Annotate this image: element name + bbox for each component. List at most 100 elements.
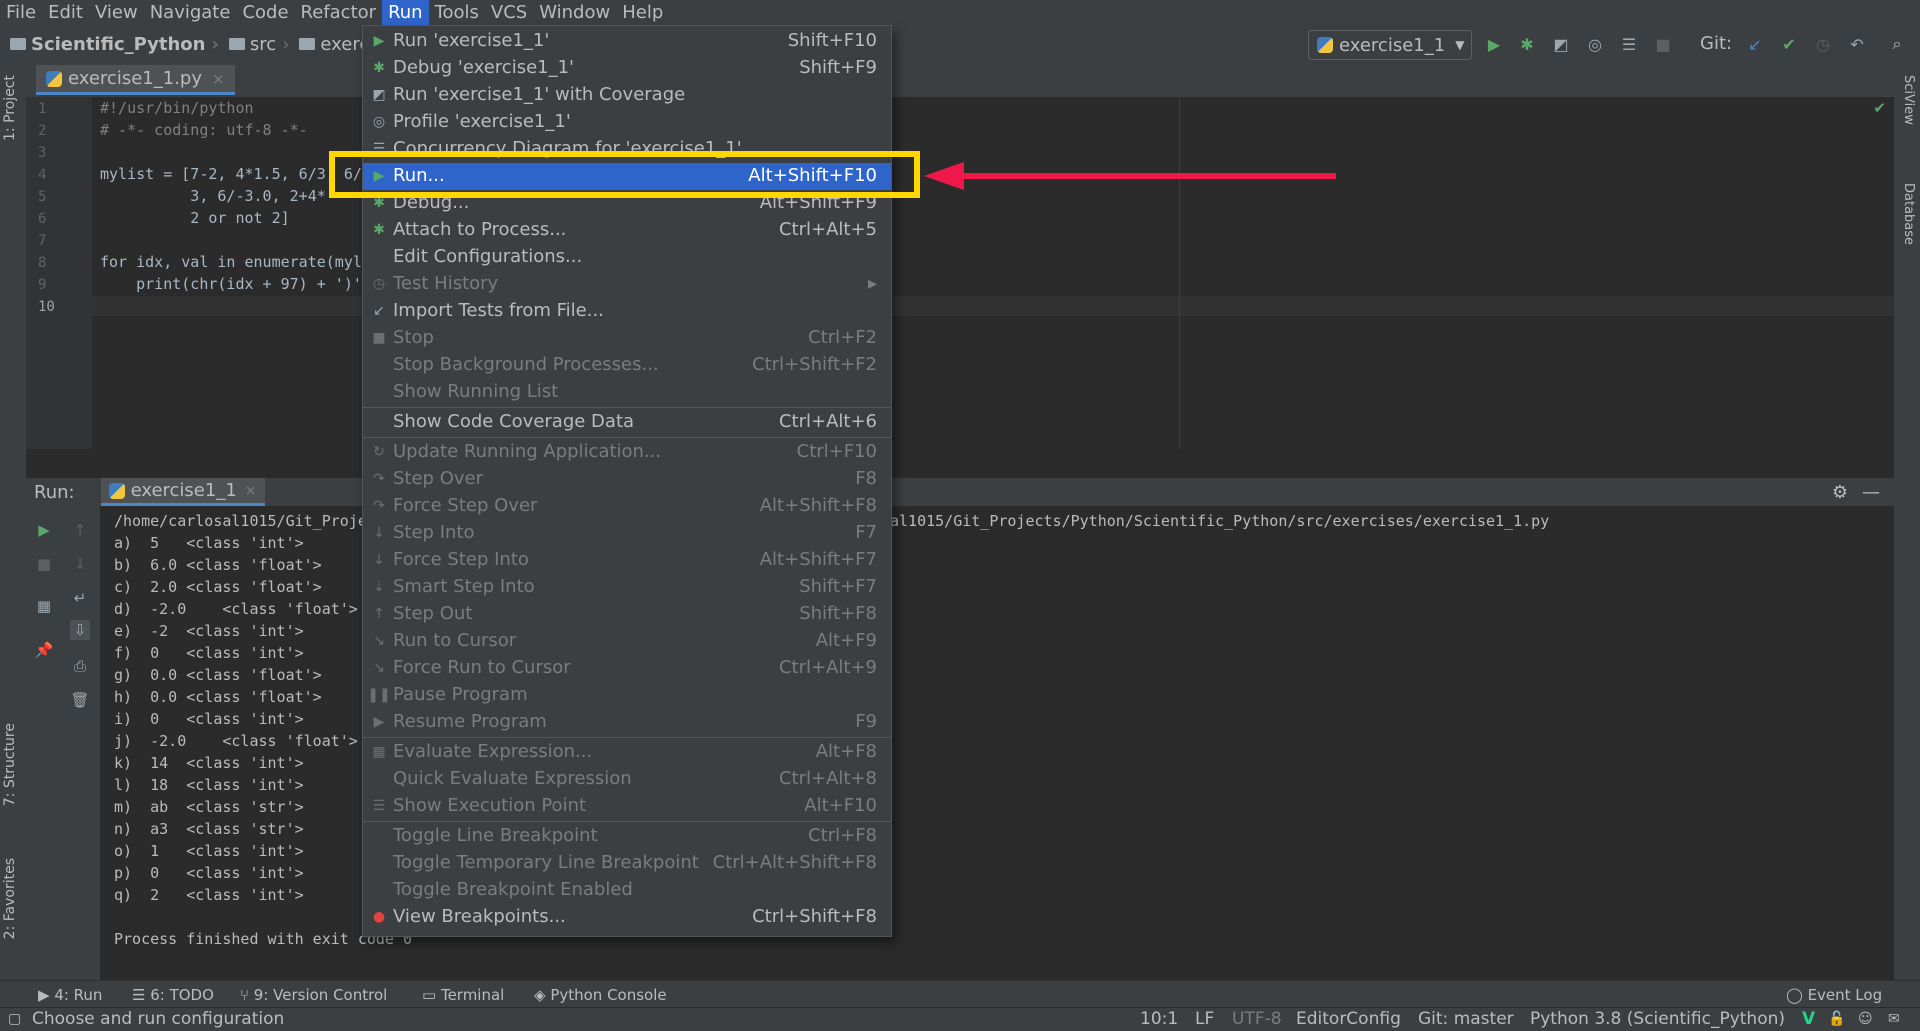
line-number: 6	[38, 211, 47, 227]
run-menu-item-attach-to-process[interactable]: ✱ Attach to Process... Ctrl+Alt+5	[363, 217, 891, 244]
run-menu-item-force-step-into: ↓ Force Step Into Alt+Shift+F7	[363, 547, 891, 574]
bottom-tab-run[interactable]: ▶ 4: Run	[38, 986, 102, 1004]
run-panel-tab-exercise1-1[interactable]: exercise1_1 ×	[100, 478, 265, 506]
gear-icon[interactable]: ⚙	[1832, 482, 1848, 503]
menu-item-label: Test History	[393, 273, 499, 294]
coverage-icon[interactable]: ◩	[1550, 33, 1572, 55]
run-configuration-selector[interactable]: exercise1_1 ▼	[1308, 30, 1472, 60]
menu-tools[interactable]: Tools	[429, 0, 485, 25]
tool-tab-structure[interactable]: 7: Structure	[2, 723, 18, 806]
status-message: Choose and run configuration	[32, 1009, 285, 1029]
status-interpreter[interactable]: Python 3.8 (Scientific_Python)	[1530, 1009, 1785, 1029]
scroll-to-end-icon[interactable]: ⇩	[70, 620, 90, 640]
console-output-line: q) 2 <class 'int'>	[114, 886, 304, 904]
status-git-branch[interactable]: Git: master	[1418, 1009, 1514, 1029]
console-output-line: g) 0.0 <class 'float'>	[114, 666, 322, 684]
pin-icon[interactable]: 📌	[34, 640, 54, 660]
run-menu-item-show-code-coverage-data[interactable]: Show Code Coverage Data Ctrl+Alt+6	[363, 409, 891, 436]
inspector-icon[interactable]: ☺	[1858, 1011, 1873, 1027]
bottom-tab-todo[interactable]: ☰ 6: TODO	[132, 986, 214, 1004]
git-rollback-icon[interactable]: ↶	[1846, 33, 1868, 55]
trash-icon[interactable]: 🗑	[70, 690, 90, 710]
breadcrumb-project[interactable]: Scientific_Python ›	[0, 34, 219, 55]
tool-tab-sciview[interactable]: SciView	[1901, 75, 1916, 125]
lock-icon[interactable]: 🔓	[1828, 1011, 1845, 1027]
run-menu-item-import-tests-from-file[interactable]: ↙ Import Tests from File...	[363, 298, 891, 325]
close-icon[interactable]: ×	[212, 70, 225, 88]
menu-file[interactable]: File	[0, 0, 42, 25]
menu-item-label: Toggle Line Breakpoint	[393, 825, 598, 846]
console-output-line: j) -2.0 <class 'float'>	[114, 732, 358, 750]
menu-item-label: Stop Background Processes...	[393, 354, 659, 375]
run-menu-item-edit-configurations[interactable]: Edit Configurations...	[363, 244, 891, 271]
menu-item-shortcut: Ctrl+Shift+F8	[752, 906, 877, 927]
profile-icon[interactable]: ◎	[1584, 33, 1606, 55]
menu-refactor[interactable]: Refactor	[295, 0, 383, 25]
close-icon[interactable]: ×	[245, 483, 257, 499]
bottom-tab-terminal[interactable]: ▭ Terminal	[422, 986, 504, 1004]
menu-edit[interactable]: Edit	[42, 0, 89, 25]
run-menu-item-profile-exercise1-1[interactable]: ◎ Profile 'exercise1_1'	[363, 109, 891, 136]
git-history-icon[interactable]: ◷	[1812, 33, 1834, 55]
menu-help[interactable]: Help	[616, 0, 669, 25]
run-menu-item-run-exercise1-1[interactable]: ▶ Run 'exercise1_1' Shift+F10	[363, 28, 891, 55]
menu-item-label: Run to Cursor	[393, 630, 517, 651]
line-number-gutter: 1 2 3 4 5 6 7 8 9 10	[26, 97, 92, 449]
code-line: #!/usr/bin/python	[100, 99, 254, 117]
code-line: mylist = [7-2, 4*1.5, 6/3, 6/	[100, 165, 362, 183]
menu-item-shortcut: Shift+F10	[787, 30, 877, 51]
restore-layout-icon[interactable]: ▦	[34, 596, 54, 616]
menu-vcs[interactable]: VCS	[485, 0, 533, 25]
run-menu-item-step-into: ↓ Step Into F7	[363, 520, 891, 547]
menu-view[interactable]: View	[89, 0, 144, 25]
tool-tab-project[interactable]: 1: Project	[2, 75, 18, 141]
status-editorconfig[interactable]: EditorConfig	[1296, 1009, 1401, 1029]
breadcrumb-src[interactable]: src ›	[219, 34, 289, 55]
run-panel-title: Run:	[34, 481, 75, 503]
status-panel-icon[interactable]: ▢	[8, 1011, 21, 1027]
soft-wrap-icon[interactable]: ↵	[70, 588, 90, 608]
arrow-up-icon[interactable]: ↑	[70, 520, 90, 540]
coverage-icon: ◩	[372, 87, 386, 103]
menu-code[interactable]: Code	[236, 0, 294, 25]
run-menu-item-test-history: ◷ Test History ▸	[363, 271, 891, 298]
minimize-icon[interactable]: —	[1862, 482, 1880, 503]
event-log-button[interactable]: ◯ Event Log	[1786, 986, 1882, 1004]
editor-tab-exercise1-1[interactable]: exercise1_1.py ×	[36, 65, 235, 95]
code-line: 2 or not 2]	[100, 209, 290, 227]
run-icon[interactable]: ▶	[1483, 33, 1505, 55]
run-menu-item-quick-evaluate-expression: Quick Evaluate Expression Ctrl+Alt+8	[363, 766, 891, 793]
search-icon[interactable]: ⌕	[1886, 33, 1908, 55]
concurrency-icon[interactable]: ☰	[1618, 33, 1640, 55]
import-icon: ↙	[373, 303, 385, 319]
tool-tab-favorites[interactable]: 2: Favorites	[2, 858, 18, 939]
rerun-icon[interactable]: ▶	[34, 520, 54, 540]
print-icon[interactable]: ⎙	[70, 656, 90, 676]
git-update-icon[interactable]: ↙	[1744, 33, 1766, 55]
console-command-path-right: al1015/Git_Projects/Python/Scientific_Py…	[890, 512, 1550, 530]
bottom-tab-python-console[interactable]: ◈ Python Console	[534, 986, 667, 1004]
tool-tab-database[interactable]: Database	[1901, 183, 1916, 245]
arrow-down-icon[interactable]: ↓	[70, 554, 90, 574]
menu-run[interactable]: Run	[382, 0, 429, 25]
menu-navigate[interactable]: Navigate	[144, 0, 237, 25]
status-encoding[interactable]: UTF-8	[1232, 1009, 1282, 1029]
bottom-tab-version-control[interactable]: ⑂ 9: Version Control	[240, 986, 387, 1004]
git-commit-icon[interactable]: ✔	[1778, 33, 1800, 55]
status-line-separator[interactable]: LF	[1195, 1009, 1214, 1029]
code-line: print(chr(idx + 97) + ')'	[100, 275, 362, 293]
notifications-icon[interactable]: ✉	[1888, 1011, 1900, 1027]
menu-window[interactable]: Window	[533, 0, 616, 25]
bottom-tab-version-control-label: 9: Version Control	[253, 986, 388, 1004]
status-caret-position[interactable]: 10:1	[1140, 1009, 1178, 1029]
profile-icon: ◎	[372, 114, 386, 130]
stop-icon[interactable]: ■	[1652, 33, 1674, 55]
plugin-icon[interactable]: V	[1802, 1009, 1815, 1029]
run-menu-item-view-breakpoints[interactable]: ● View Breakpoints... Ctrl+Shift+F8	[363, 904, 891, 931]
console-output-line: c) 2.0 <class 'float'>	[114, 578, 322, 596]
run-menu-item-debug-exercise1-1[interactable]: ✱ Debug 'exercise1_1' Shift+F9	[363, 55, 891, 82]
run-menu-item-run-exercise1-1-with-coverage[interactable]: ◩ Run 'exercise1_1' with Coverage	[363, 82, 891, 109]
stop-icon[interactable]: ■	[34, 554, 54, 574]
run-menu-item-show-execution-point: ☰ Show Execution Point Alt+F10	[363, 793, 891, 820]
debug-icon[interactable]: ✱	[1516, 33, 1538, 55]
